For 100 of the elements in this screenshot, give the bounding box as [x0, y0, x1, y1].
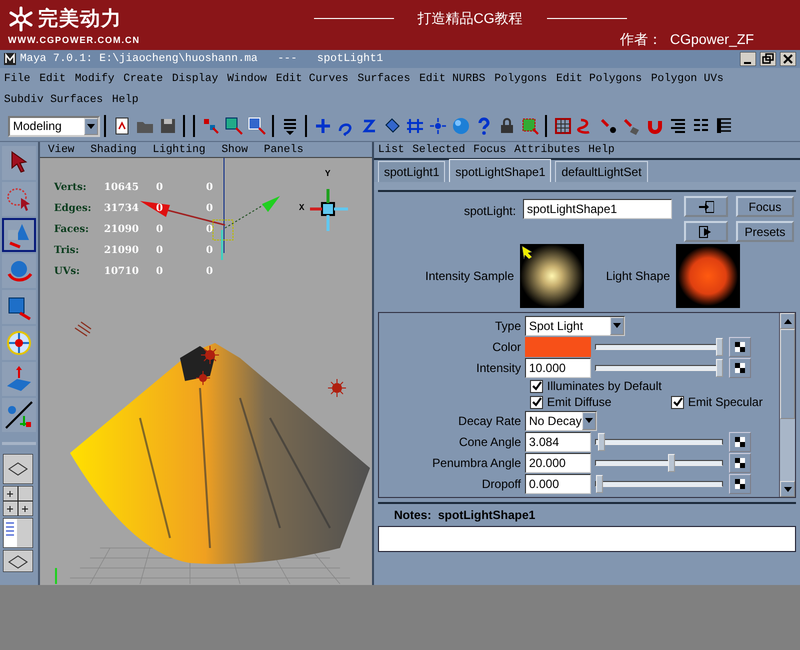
menu-item[interactable]: Create — [123, 71, 164, 88]
map-button[interactable] — [729, 452, 751, 472]
stat-value: 0 — [156, 265, 164, 279]
checkbox[interactable] — [530, 380, 543, 392]
slider-track[interactable] — [595, 454, 723, 472]
snowflake-logo-icon — [8, 6, 34, 32]
menu-item[interactable]: Help — [112, 92, 138, 108]
scroll-down-icon[interactable] — [784, 486, 792, 492]
menu-item[interactable]: View — [48, 142, 74, 157]
window-title: Maya 7.0.1: E:\jiaocheng\huoshann.ma --- spotLight1 — [20, 52, 384, 67]
slider-thumb[interactable] — [596, 474, 603, 492]
tab[interactable]: defaultLightSet — [555, 161, 648, 182]
slider-thumb[interactable] — [668, 454, 675, 472]
slider-thumb[interactable] — [598, 432, 606, 450]
map-button[interactable] — [729, 358, 751, 378]
scrollbar-thumb[interactable] — [780, 329, 795, 419]
stat-label: Edges: — [54, 202, 92, 216]
node-name-field[interactable]: spotLightShape1 — [522, 199, 672, 219]
slider-thumb[interactable] — [716, 358, 724, 376]
checkbox-label: Emit Specular — [688, 394, 763, 411]
minimize-icon[interactable] — [740, 52, 756, 66]
map-button[interactable] — [729, 432, 751, 452]
menu-item[interactable]: Show — [221, 142, 248, 157]
menu-item[interactable]: Attributes — [514, 142, 580, 158]
number-field[interactable]: 20.000 — [525, 452, 591, 472]
menu-item[interactable]: Focus — [473, 142, 506, 158]
checker-icon — [735, 458, 745, 468]
select-component-icon[interactable] — [246, 115, 268, 137]
attribute-dropdown[interactable]: No Decay — [525, 410, 597, 430]
tool-button[interactable] — [2, 146, 36, 180]
menu-item[interactable]: Help — [588, 142, 615, 158]
slider-track[interactable] — [595, 474, 723, 492]
checker-icon — [735, 342, 745, 352]
editor-button[interactable]: Focus — [736, 196, 794, 217]
attribute-label: Intensity — [475, 360, 522, 376]
menu-item[interactable]: Surfaces — [357, 71, 410, 88]
slider-thumb[interactable] — [716, 338, 724, 356]
menu-item[interactable]: Display — [172, 71, 218, 88]
grid-icon[interactable] — [552, 115, 574, 137]
select-object-icon[interactable] — [223, 115, 245, 137]
navigate-button[interactable] — [684, 221, 728, 242]
number-field[interactable]: 0.000 — [525, 474, 591, 494]
tab[interactable]: spotLight1 — [378, 161, 446, 182]
menu-item[interactable]: Subdiv Surfaces — [4, 92, 104, 108]
stat-value: 21090 — [104, 244, 140, 258]
editor-button[interactable]: Presets — [736, 221, 794, 242]
menu-item[interactable]: List — [378, 142, 404, 158]
menu-item[interactable]: Window — [227, 71, 267, 88]
select-input-icon — [698, 200, 714, 212]
stat-value: 0 — [156, 223, 164, 237]
sun-icon[interactable] — [427, 115, 449, 137]
caret-icon — [613, 323, 621, 328]
menu-item[interactable]: Edit NURBS — [419, 71, 486, 88]
axis-label: X — [299, 202, 304, 215]
menu-item[interactable]: Modify — [74, 71, 114, 88]
menu-item[interactable]: Lighting — [152, 142, 206, 157]
single-view-layout-icon[interactable] — [3, 454, 33, 484]
number-field[interactable]: 3.084 — [525, 432, 591, 452]
stat-value: 0 — [206, 244, 214, 258]
tool-button[interactable] — [2, 326, 36, 360]
menu-item[interactable]: Edit Curves — [276, 71, 348, 88]
direction-arrows-icon — [74, 321, 92, 337]
slider-track[interactable] — [595, 432, 723, 450]
light-marker — [200, 346, 220, 364]
menu-item[interactable]: Polygon UVs — [650, 71, 724, 88]
slider-track[interactable] — [595, 338, 723, 356]
attribute-label: Type — [494, 318, 522, 334]
tool-button[interactable] — [2, 218, 36, 252]
four-view-layout-icon[interactable] — [3, 486, 33, 516]
map-button[interactable] — [729, 336, 751, 356]
menu-item[interactable]: Edit Polygons — [556, 71, 642, 88]
attribute-label: Decay Rate — [457, 412, 522, 430]
stat-label: UVs: — [54, 265, 81, 279]
checkbox[interactable] — [530, 396, 543, 408]
menu-item[interactable]: Selected — [412, 142, 466, 158]
navigate-button[interactable] — [684, 196, 728, 217]
intensity-sample-swatch — [520, 244, 584, 308]
tab[interactable]: spotLightShape1 — [449, 159, 552, 182]
close-icon[interactable] — [780, 52, 796, 66]
number-field[interactable]: 10.000 — [525, 358, 591, 378]
graph-layout-icon[interactable] — [3, 550, 33, 572]
map-button[interactable] — [729, 474, 751, 494]
outliner-layout-icon[interactable] — [3, 518, 33, 548]
tool-button[interactable] — [2, 398, 36, 432]
menu-item[interactable]: Shading — [90, 142, 137, 157]
restore-icon[interactable] — [760, 52, 776, 66]
checkbox-label: Emit Diffuse — [547, 394, 612, 411]
scroll-up-icon[interactable] — [784, 318, 792, 324]
slider-track[interactable] — [595, 358, 723, 376]
tool-button[interactable] — [2, 290, 36, 324]
checkbox[interactable] — [671, 396, 684, 408]
notes-field[interactable] — [378, 526, 796, 552]
menu-item[interactable]: Polygons — [494, 71, 548, 88]
stat-value: 0 — [156, 244, 164, 258]
menu-set-dropdown[interactable]: Modeling — [8, 116, 100, 136]
menu-item[interactable]: File — [4, 71, 30, 88]
menu-item[interactable]: Panels — [264, 142, 304, 157]
attribute-dropdown[interactable]: Spot Light — [525, 316, 625, 336]
color-swatch[interactable] — [525, 336, 591, 356]
menu-item[interactable]: Edit — [39, 71, 66, 88]
